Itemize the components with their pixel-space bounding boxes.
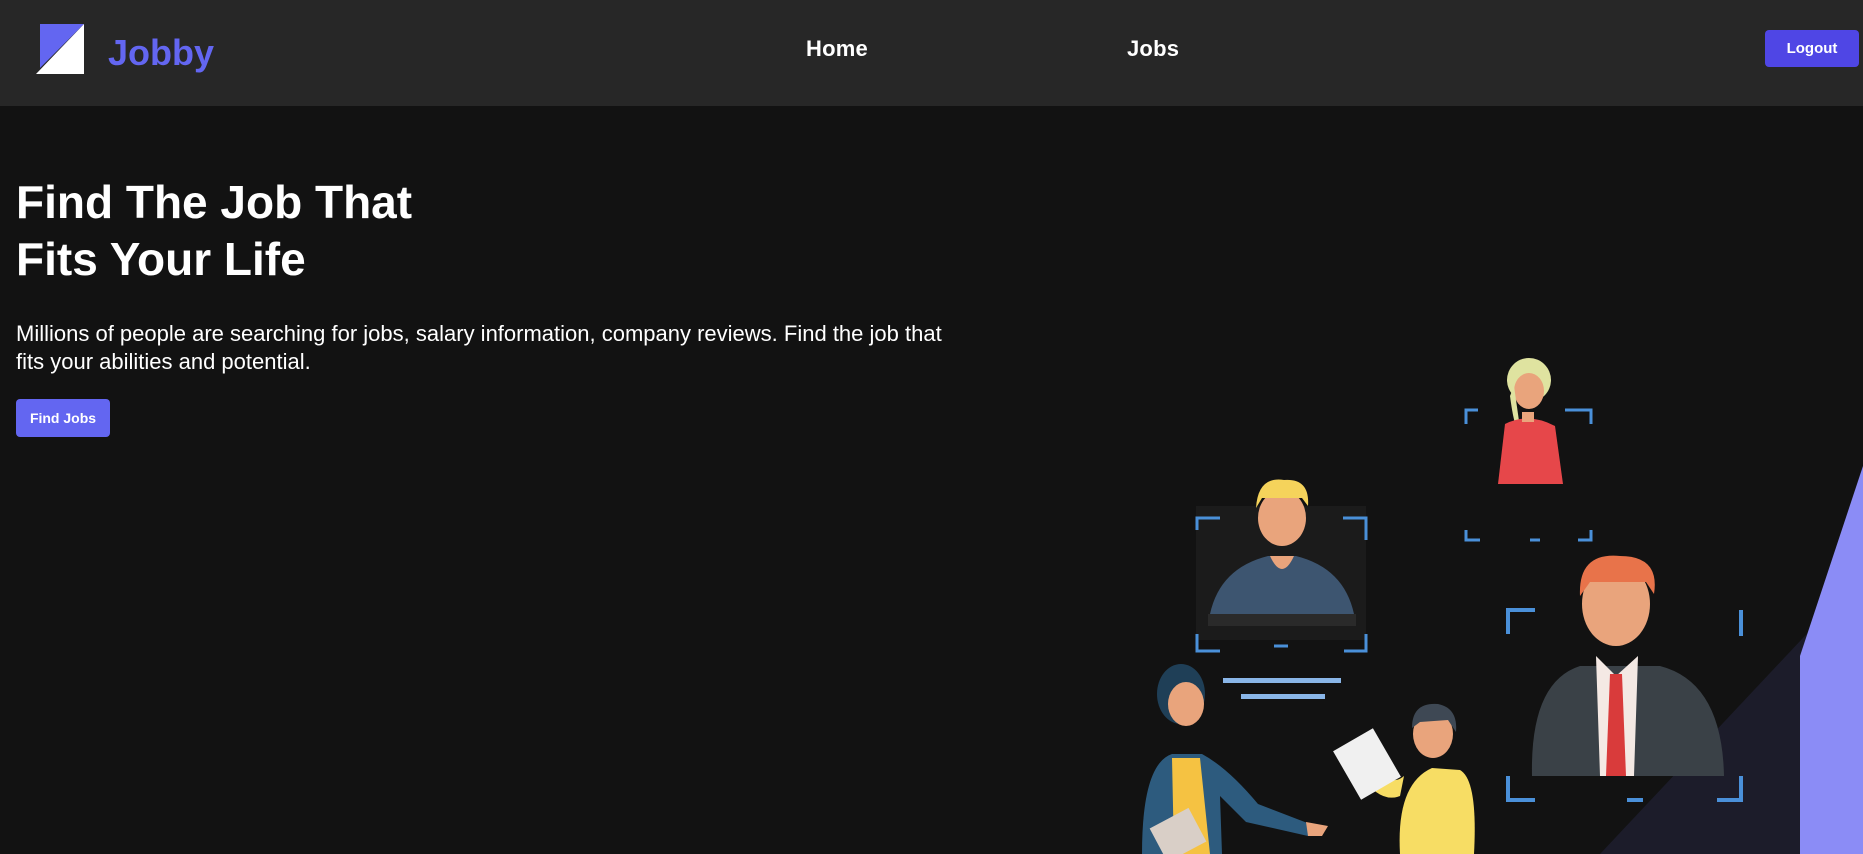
- hero-heading-line-2: Fits Your Life: [16, 233, 306, 285]
- hero-heading-line-1: Find The Job That: [16, 176, 413, 228]
- find-jobs-button[interactable]: Find Jobs: [16, 399, 110, 437]
- logout-button[interactable]: Logout: [1765, 30, 1859, 67]
- nav-link-home[interactable]: Home: [806, 36, 868, 62]
- interviewer-figure: [1333, 703, 1475, 854]
- navbar: Jobby Home Jobs Logout: [0, 0, 1863, 106]
- hero-heading: Find The Job That Fits Your Life: [16, 174, 536, 288]
- hero-description: Millions of people are searching for job…: [16, 321, 942, 374]
- manager-figure: [1506, 555, 1743, 802]
- nav-link-jobs[interactable]: Jobs: [1127, 36, 1179, 62]
- purple-shape: [1800, 466, 1863, 854]
- logo-text: Jobby: [108, 32, 214, 73]
- hero-section: Find The Job That Fits Your Life Million…: [0, 106, 1863, 854]
- text-line-icon: [1223, 678, 1341, 683]
- text-line-icon: [1241, 694, 1325, 699]
- jobby-logo-icon: Jobby: [36, 24, 214, 74]
- candidate-woman-figure: [1464, 358, 1593, 542]
- presenter-woman-figure: [1142, 664, 1328, 854]
- candidate-man-figure: [1195, 479, 1368, 653]
- hiring-illustration: [1142, 358, 1863, 854]
- logo-link[interactable]: Jobby: [36, 22, 218, 78]
